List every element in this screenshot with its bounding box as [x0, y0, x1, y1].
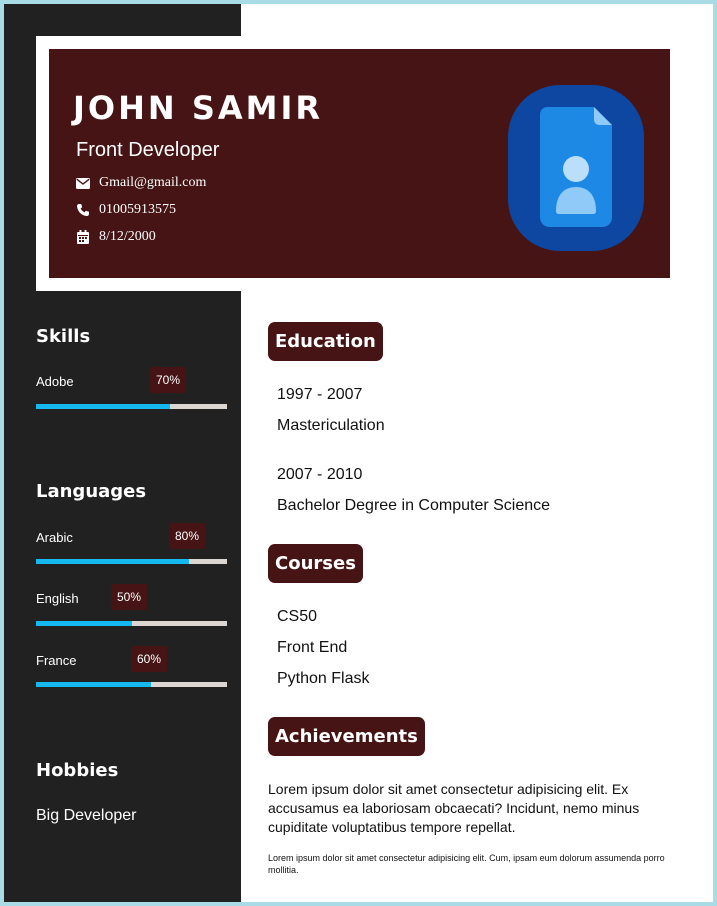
language-label-france: France: [36, 653, 77, 668]
achievements-title: Achievements: [268, 717, 425, 756]
birthdate-text: 8/12/2000: [99, 229, 156, 244]
hobby-item: Big Developer: [36, 807, 137, 824]
skill-percent-badge: 70%: [150, 367, 187, 393]
education-degree: Bachelor Degree in Computer Science: [277, 497, 551, 514]
job-title: Front Developer: [76, 139, 220, 161]
language-percent-badge: 60%: [131, 646, 168, 672]
language-bar-france: [36, 682, 227, 687]
skills-title: Skills: [36, 326, 91, 347]
contact-phone: 01005913575: [76, 202, 176, 218]
languages-title: Languages: [36, 481, 147, 502]
language-bar-fill: [36, 621, 132, 626]
education-title: Education: [268, 322, 383, 361]
contact-email: Gmail@gmail.com: [76, 175, 206, 191]
email-text: Gmail@gmail.com: [99, 175, 207, 190]
achievements-note: Lorem ipsum dolor sit amet consectetur a…: [268, 853, 665, 875]
course-item: Front End: [277, 639, 348, 656]
education-degree: Mastericulation: [277, 417, 385, 434]
language-bar-arabic: [36, 559, 227, 564]
hobbies-title: Hobbies: [36, 760, 119, 781]
language-label-arabic: Arabic: [36, 530, 73, 545]
phone-icon: [76, 203, 90, 217]
contact-card-icon: [508, 85, 644, 251]
course-item: CS50: [277, 608, 318, 625]
language-label-english: English: [36, 591, 79, 606]
envelope-icon: [76, 176, 90, 190]
education-years: 2007 - 2010: [277, 466, 363, 483]
resume-page: Skills Adobe 70% Languages Arabic 80% En…: [4, 4, 713, 902]
skill-bar-fill: [36, 404, 170, 409]
person-name: JOHN SAMIR: [73, 89, 324, 127]
language-bar-fill: [36, 682, 151, 687]
achievements-text: Lorem ipsum dolor sit amet consectetur a…: [268, 781, 640, 835]
skill-label-adobe: Adobe: [36, 374, 74, 389]
course-item: Python Flask: [277, 670, 370, 687]
language-bar-fill: [36, 559, 189, 564]
calendar-icon: [76, 230, 90, 244]
skill-bar-adobe: [36, 404, 227, 409]
language-percent-badge: 80%: [169, 523, 206, 549]
language-percent-badge: 50%: [111, 584, 148, 610]
education-years: 1997 - 2007: [277, 386, 363, 403]
phone-text: 01005913575: [99, 202, 176, 217]
contact-birthdate: 8/12/2000: [76, 229, 156, 245]
header: JOHN SAMIR Front Developer Gmail@gmail.c…: [49, 49, 670, 278]
courses-title: Courses: [268, 544, 363, 583]
language-bar-english: [36, 621, 227, 626]
